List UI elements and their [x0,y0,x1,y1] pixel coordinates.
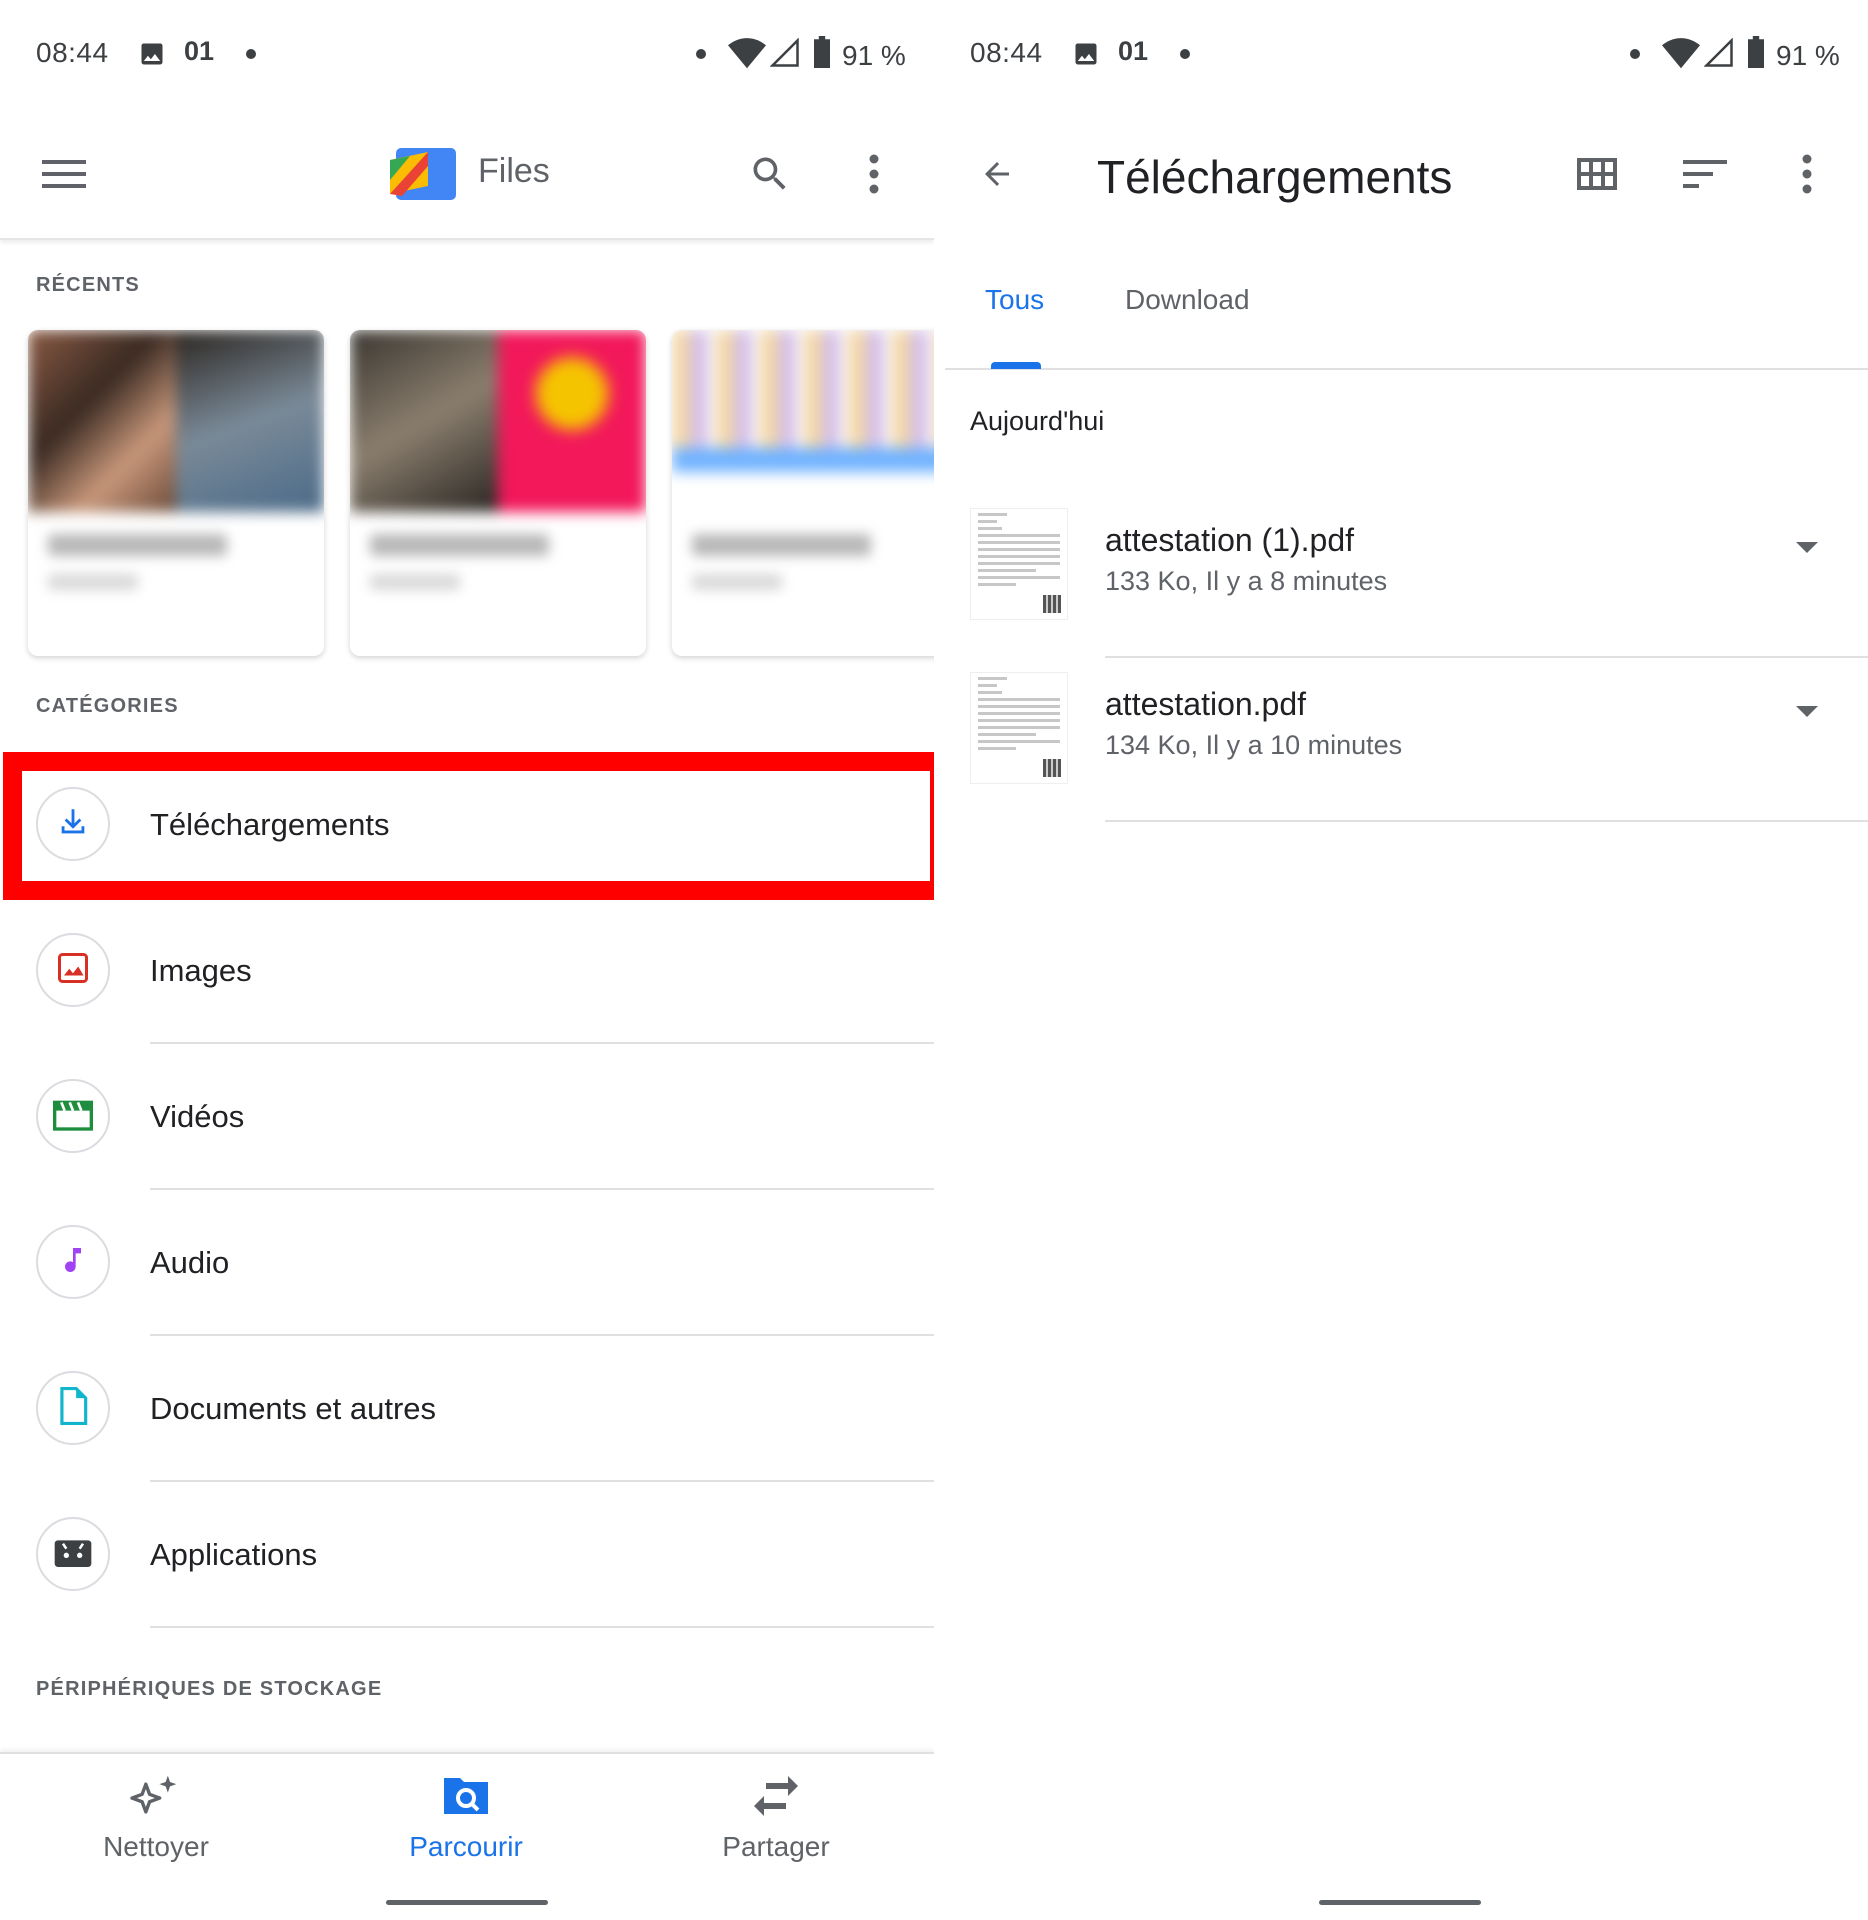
nav-label: Parcourir [409,1831,523,1862]
file-name: attestation.pdf [1105,686,1307,722]
music-note-icon [57,1242,89,1283]
category-label: Audio [150,1245,230,1280]
category-applications[interactable]: Applications [0,1482,934,1628]
status-time: 08:44 [36,37,109,68]
category-videos[interactable]: Vidéos [0,1044,934,1190]
category-icon-circle [36,933,110,1007]
notification-dot [1180,49,1190,59]
category-images[interactable]: Images [0,898,934,1044]
pdf-thumbnail [970,672,1068,784]
file-meta: 133 Ko, Il y a 8 minutes [1105,566,1388,596]
battery-icon [1746,36,1766,75]
nav-label: Partager [722,1831,830,1862]
bottom-navigation: Nettoyer Parcourir Partager [0,1752,934,1894]
nav-label: Nettoyer [103,1831,209,1862]
image-icon [55,950,91,991]
sort-icon[interactable] [1669,138,1741,210]
downloads-screen: 08:44 01 91 % Téléchargements Tous Downl… [945,0,1868,1920]
category-label: Téléchargements [150,807,390,842]
status-bar: 08:44 01 91 % [945,0,1868,110]
date-group-title: Aujourd'hui [970,406,1105,436]
document-icon [57,1386,89,1430]
category-icon-circle [36,1517,110,1591]
image-icon [1072,40,1100,75]
recent-item[interactable] [28,330,324,656]
recents-label: RÉCENTS [36,274,140,296]
more-vert-icon[interactable] [1771,138,1843,210]
storage-label: PÉRIPHÉRIQUES DE STOCKAGE [36,1678,383,1700]
battery-percent: 91 % [1776,40,1840,71]
status-time: 08:44 [970,37,1043,68]
search-icon[interactable] [734,138,806,210]
file-name: attestation (1).pdf [1105,522,1355,558]
nav-share[interactable]: Partager [676,1774,876,1863]
back-arrow-icon[interactable] [961,138,1033,210]
nav-browse[interactable]: Parcourir [366,1774,566,1863]
divider [1105,820,1868,822]
notification-dot [696,49,706,59]
expand-caret-icon[interactable] [1796,542,1818,553]
category-downloads[interactable]: Téléchargements [0,752,934,898]
expand-caret-icon[interactable] [1796,706,1818,717]
pdf-thumbnail [970,508,1068,620]
active-tab-indicator [991,362,1041,369]
download-icon [56,805,90,844]
category-label: Vidéos [150,1099,245,1134]
notification-dot [1630,49,1640,59]
category-audio[interactable]: Audio [0,1190,934,1336]
file-row[interactable]: attestation.pdf 134 Ko, Il y a 10 minute… [945,658,1868,822]
wifi-icon [728,38,766,77]
image-icon [138,40,166,75]
category-label: Documents et autres [150,1391,437,1426]
files-browse-screen: 08:44 01 91 % Files RÉCENTS CATÉGORIES T… [0,0,934,1920]
battery-icon [812,36,832,75]
carrier-badge: 01 [184,36,215,66]
signal-icon [1703,37,1734,75]
menu-icon[interactable] [28,138,100,210]
carrier-badge: 01 [1118,36,1149,66]
grid-view-icon[interactable] [1561,138,1633,210]
category-icon-circle [36,1371,110,1445]
tab-all[interactable]: Tous [985,284,1044,316]
more-vert-icon[interactable] [838,138,910,210]
battery-percent: 91 % [842,40,906,71]
browse-icon [440,1778,492,1822]
category-icon-circle [36,787,110,861]
nav-clean[interactable]: Nettoyer [56,1774,256,1863]
recent-item[interactable] [350,330,646,656]
gesture-home-bar[interactable] [1319,1900,1481,1905]
file-meta: 134 Ko, Il y a 10 minutes [1105,730,1403,760]
sparkle-icon [128,1775,184,1822]
divider [150,1626,934,1628]
app-title: Files [478,152,550,190]
swap-icon [750,1776,802,1822]
tab-download[interactable]: Download [1125,284,1250,316]
category-label: Images [150,953,252,988]
category-documents[interactable]: Documents et autres [0,1336,934,1482]
notification-dot [246,49,256,59]
status-bar: 08:44 01 91 % [0,0,934,110]
recent-item[interactable] [672,330,934,656]
file-row[interactable]: attestation (1).pdf 133 Ko, Il y a 8 min… [945,494,1868,658]
category-label: Applications [150,1537,318,1572]
category-icon-circle [36,1225,110,1299]
category-icon-circle [36,1079,110,1153]
android-icon [53,1535,93,1574]
categories-label: CATÉGORIES [36,695,179,717]
gesture-home-bar[interactable] [386,1900,548,1905]
top-app-bar: Files [0,110,934,240]
wifi-icon [1662,38,1700,77]
tab-bar: Tous Download [945,258,1868,370]
signal-icon [769,37,800,75]
movie-icon [53,1097,93,1136]
page-title: Téléchargements [1097,151,1453,203]
files-logo-icon [388,146,458,207]
